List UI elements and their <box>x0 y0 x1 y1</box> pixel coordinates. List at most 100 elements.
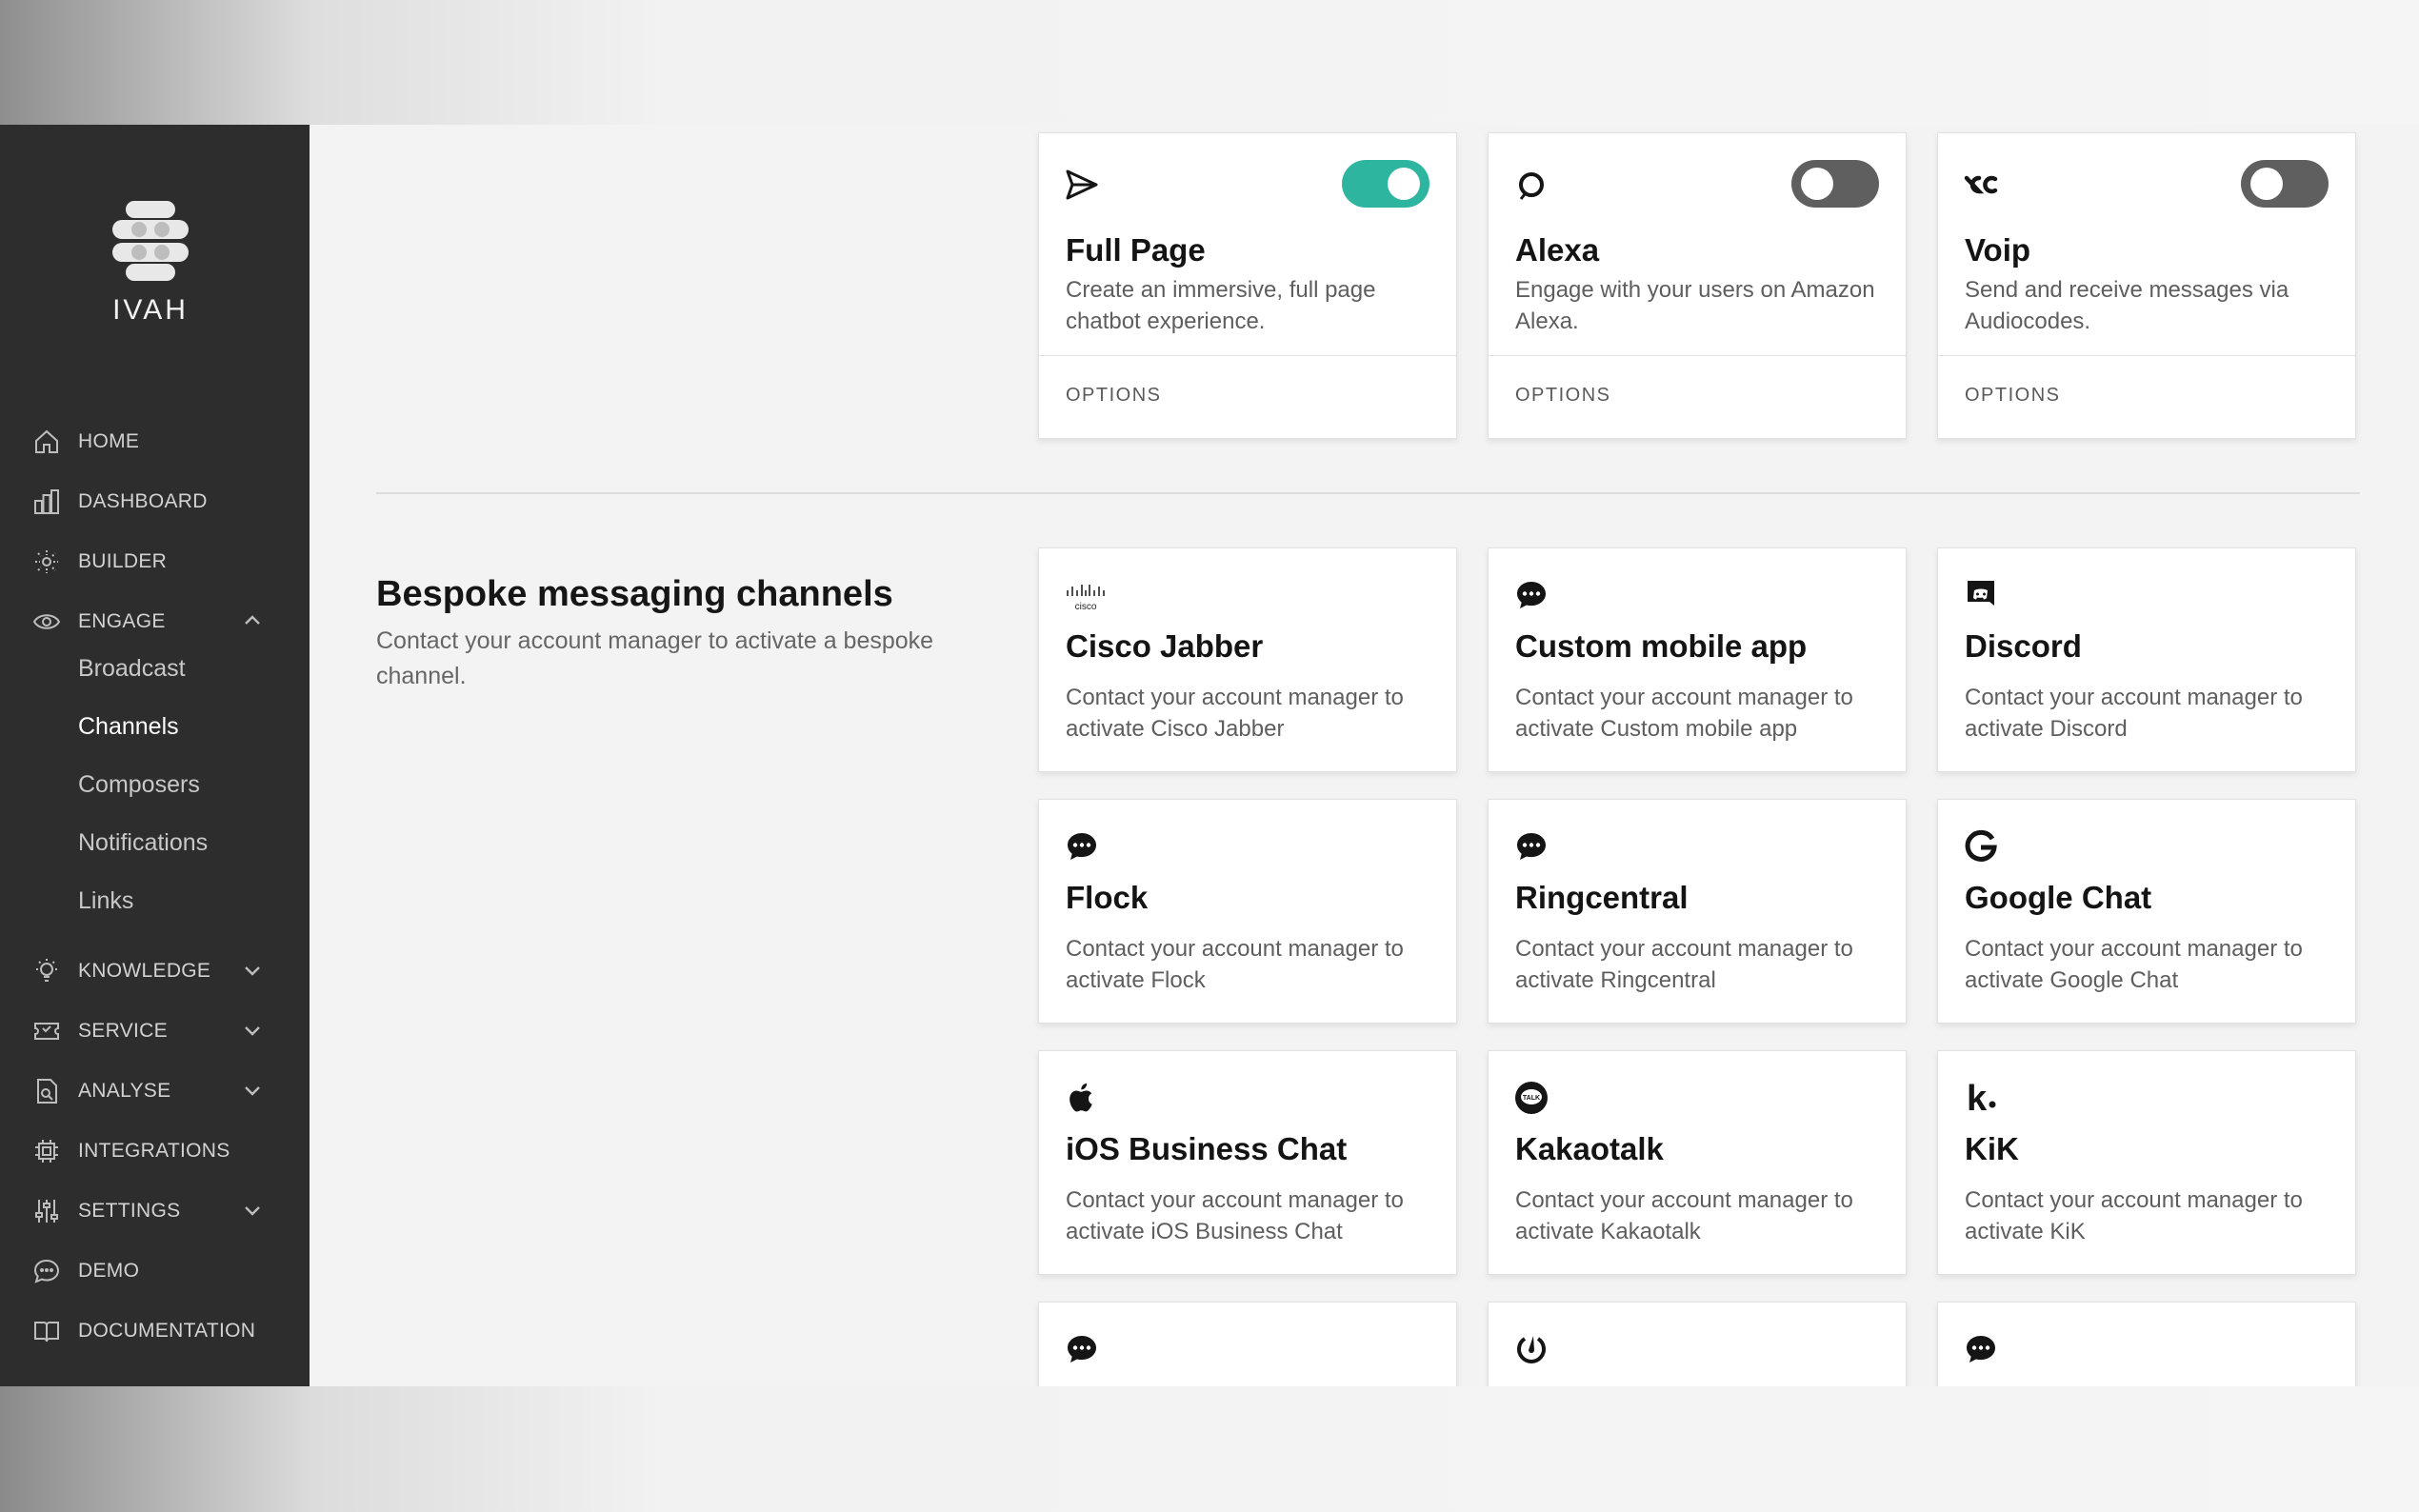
card-description: Contact your account manager to activate… <box>1515 685 1853 742</box>
sidebar-item-label: ANALYSE <box>78 1080 171 1102</box>
discord-icon <box>1968 581 1994 606</box>
sidebar: IVAH HOME DASHBOARD BUILDER ENGAGE Broad… <box>0 125 310 1386</box>
sidebar-item-label: DASHBOARD <box>78 490 208 512</box>
sidebar-item-knowledge[interactable]: KNOWLEDGE <box>0 945 310 996</box>
card-title: Kakaotalk <box>1515 1131 1664 1166</box>
card-title: Full Page <box>1066 232 1206 268</box>
sidebar-subitem-broadcast[interactable]: Broadcast <box>78 655 186 683</box>
sidebar-subitem-notifications[interactable]: Notifications <box>78 829 208 857</box>
channel-card-partial-1[interactable] <box>1038 1302 1457 1386</box>
chevron-down-icon[interactable] <box>242 1080 263 1101</box>
card-description: Send and receive messages via Audiocodes… <box>1965 277 2289 334</box>
channel-card-voip: Voip Send and receive messages via Audio… <box>1937 132 2356 439</box>
sidebar-item-engage[interactable]: ENGAGE <box>0 595 310 647</box>
channel-card-kakaotalk[interactable]: TALK Kakaotalk Contact your account mana… <box>1488 1050 1907 1275</box>
channel-card-kik[interactable]: k KiK Contact your account manager to ac… <box>1937 1050 2356 1275</box>
channel-card-cisco-jabber[interactable]: cisco Cisco Jabber Contact your account … <box>1038 547 1457 772</box>
card-title: Flock <box>1066 880 1149 915</box>
ticket-icon <box>34 1023 59 1040</box>
options-link[interactable]: OPTIONS <box>1066 385 1162 407</box>
channel-card-alexa: Alexa Engage with your users on Amazon A… <box>1488 132 1907 439</box>
book-icon <box>34 1322 59 1343</box>
section-divider <box>376 492 2360 494</box>
toggle-knob <box>2250 168 2283 200</box>
card-title: Google Chat <box>1965 880 2152 915</box>
channel-card-flock[interactable]: Flock Contact your account manager to ac… <box>1038 799 1457 1024</box>
sidebar-item-builder[interactable]: BUILDER <box>0 535 310 587</box>
eye-icon <box>32 614 61 629</box>
enable-toggle[interactable] <box>1342 160 1429 208</box>
enable-toggle[interactable] <box>1791 160 1879 208</box>
card-footer: OPTIONS <box>1938 355 2355 438</box>
card-description: Contact your account manager to activate… <box>1965 1187 2303 1244</box>
sidebar-item-settings[interactable]: SETTINGS <box>0 1184 310 1236</box>
sidebar-item-demo[interactable]: DEMO <box>0 1244 310 1296</box>
google-icon <box>1965 829 1997 862</box>
apple-icon <box>1070 1083 1092 1112</box>
sidebar-item-label: BUILDER <box>78 550 168 572</box>
chip-icon <box>35 1140 58 1163</box>
kik-icon: k <box>1967 1080 1996 1116</box>
home-icon <box>35 429 58 453</box>
app-window: IVAH HOME DASHBOARD BUILDER ENGAGE Broad… <box>0 125 2419 1386</box>
chevron-down-icon[interactable] <box>242 1020 263 1041</box>
section-title: Bespoke messaging channels <box>376 574 893 614</box>
ivah-logo-icon <box>112 201 189 281</box>
sidebar-item-label: INTEGRATIONS <box>78 1140 230 1162</box>
kakaotalk-icon: TALK <box>1515 1082 1548 1114</box>
channel-card-custom-mobile-app[interactable]: Custom mobile app Contact your account m… <box>1488 547 1907 772</box>
builder-icon <box>35 550 58 573</box>
channel-card-ringcentral[interactable]: Ringcentral Contact your account manager… <box>1488 799 1907 1024</box>
chevron-down-icon[interactable] <box>242 1200 263 1221</box>
logo-text: IVAH <box>112 294 189 326</box>
enable-toggle[interactable] <box>2241 160 2329 208</box>
card-title: Alexa <box>1515 232 1600 268</box>
sidebar-subitem-channels[interactable]: Channels <box>78 713 179 741</box>
chevron-down-icon[interactable] <box>242 960 263 981</box>
card-title: Discord <box>1965 628 2082 664</box>
sidebar-item-label: SETTINGS <box>78 1200 181 1222</box>
alexa-icon <box>1519 172 1544 200</box>
card-title: KiK <box>1965 1131 2019 1166</box>
sidebar-item-home[interactable]: HOME <box>0 415 310 467</box>
card-footer: OPTIONS <box>1039 355 1456 438</box>
card-description: Contact your account manager to activate… <box>1515 1187 1853 1244</box>
channel-card-partial-2[interactable] <box>1488 1302 1907 1386</box>
channel-card-full-page: Full Page Create an immersive, full page… <box>1038 132 1457 439</box>
sidebar-subitem-composers[interactable]: Composers <box>78 771 200 799</box>
channel-card-partial-3[interactable] <box>1937 1302 2356 1386</box>
chat-dots-icon <box>1967 1336 1995 1363</box>
sidebar-item-dashboard[interactable]: DASHBOARD <box>0 475 310 527</box>
lightbulb-icon <box>36 959 57 982</box>
card-footer: OPTIONS <box>1489 355 1906 438</box>
svg-text:cisco: cisco <box>1075 602 1097 612</box>
chat-dots-icon <box>1517 582 1546 608</box>
sidebar-subitem-links[interactable]: Links <box>78 887 133 915</box>
bar-chart-icon <box>34 489 59 514</box>
toggle-knob <box>1388 168 1420 200</box>
sidebar-item-label: DEMO <box>78 1260 140 1282</box>
sidebar-item-documentation[interactable]: DOCUMENTATION <box>0 1304 310 1356</box>
send-icon <box>1066 169 1098 200</box>
card-title: Custom mobile app <box>1515 628 1808 664</box>
options-link[interactable]: OPTIONS <box>1965 385 2061 407</box>
backdrop-top <box>0 0 2419 125</box>
svg-text:k: k <box>1967 1080 1988 1116</box>
options-link[interactable]: OPTIONS <box>1515 385 1611 407</box>
channel-card-ios-business-chat[interactable]: iOS Business Chat Contact your account m… <box>1038 1050 1457 1275</box>
sidebar-item-label: HOME <box>78 430 140 452</box>
main-content: Full Page Create an immersive, full page… <box>310 125 2419 1386</box>
audiocodes-icon <box>1964 175 1998 194</box>
card-description: Contact your account manager to activate… <box>1965 685 2303 742</box>
card-description: Contact your account manager to activate… <box>1965 936 2303 993</box>
chat-dots-icon <box>1517 833 1546 860</box>
card-description: Contact your account manager to activate… <box>1515 936 1853 993</box>
card-description: Engage with your users on Amazon Alexa. <box>1515 277 1875 334</box>
sidebar-item-label: ENGAGE <box>78 610 166 632</box>
sidebar-item-analyse[interactable]: ANALYSE <box>0 1064 310 1116</box>
sidebar-item-service[interactable]: SERVICE <box>0 1005 310 1056</box>
channel-card-google-chat[interactable]: Google Chat Contact your account manager… <box>1937 799 2356 1024</box>
chevron-up-icon[interactable] <box>242 610 263 631</box>
sidebar-item-integrations[interactable]: INTEGRATIONS <box>0 1124 310 1176</box>
channel-card-discord[interactable]: Discord Contact your account manager to … <box>1937 547 2356 772</box>
